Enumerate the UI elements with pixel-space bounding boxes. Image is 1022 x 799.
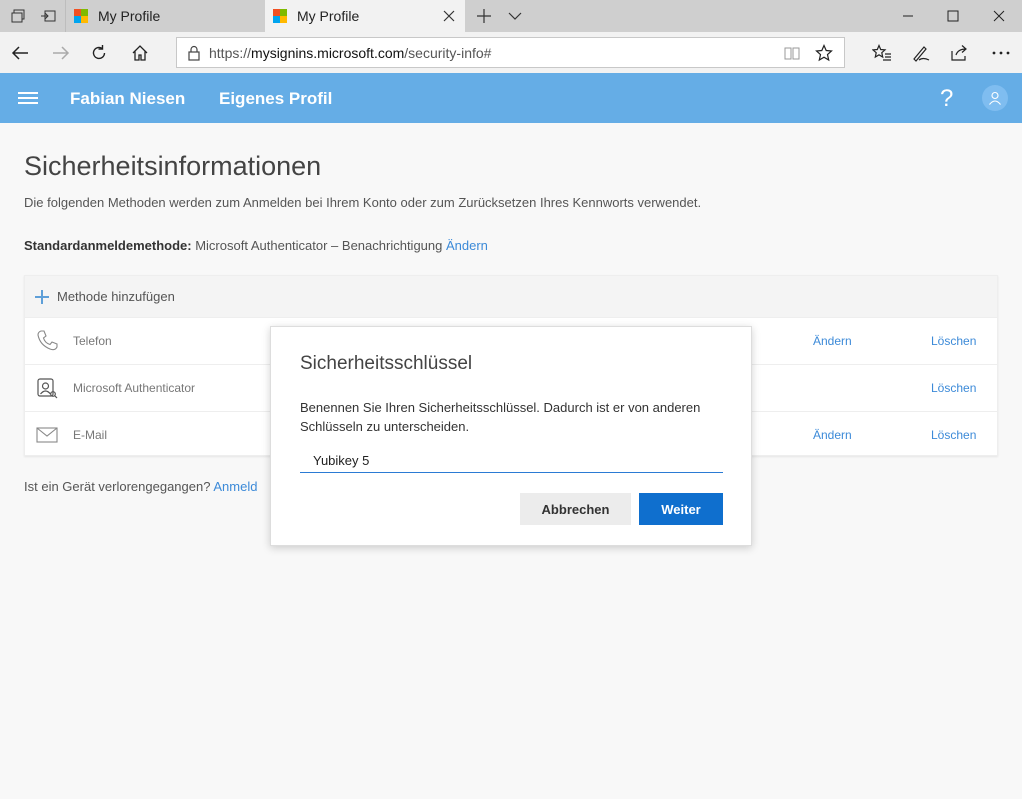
- add-method-button[interactable]: Methode hinzufügen: [25, 276, 997, 317]
- mail-icon: [36, 427, 58, 443]
- default-method-value: Microsoft Authenticator – Benachrichtigu…: [195, 238, 443, 253]
- plus-icon: [35, 289, 49, 304]
- default-method: Standardanmeldemethode: Microsoft Authen…: [24, 238, 488, 253]
- profile-link[interactable]: Eigenes Profil: [219, 89, 332, 109]
- favorites-list-icon[interactable]: [869, 40, 895, 66]
- cancel-button[interactable]: Abbrechen: [520, 493, 631, 525]
- user-name-link[interactable]: Fabian Niesen: [70, 89, 185, 109]
- reading-view-icon[interactable]: [784, 46, 800, 60]
- method-change-link[interactable]: Ändern: [813, 334, 852, 348]
- chevron-down-icon[interactable]: [503, 4, 527, 28]
- authenticator-icon: [37, 378, 58, 399]
- microsoft-logo-icon: [273, 9, 287, 23]
- tab-actions-icon[interactable]: [6, 4, 30, 28]
- method-delete-link[interactable]: Löschen: [931, 334, 976, 348]
- default-method-label: Standardanmeldemethode:: [24, 238, 192, 253]
- page-description: Die folgenden Methoden werden zum Anmeld…: [24, 195, 702, 210]
- method-delete-link[interactable]: Löschen: [931, 428, 976, 442]
- set-aside-tabs-icon[interactable]: [36, 4, 60, 28]
- help-icon[interactable]: ?: [940, 85, 953, 113]
- url-text: https://mysignins.microsoft.com/security…: [209, 44, 492, 61]
- pen-icon[interactable]: [908, 40, 934, 66]
- method-name: Telefon: [73, 334, 112, 348]
- security-key-dialog: Sicherheitsschlüssel Benennen Sie Ihren …: [270, 326, 752, 546]
- back-arrow-icon[interactable]: [7, 40, 33, 66]
- user-icon: [989, 91, 1001, 105]
- lost-device-label: Ist ein Gerät verlorengegangen?: [24, 479, 211, 494]
- more-icon[interactable]: [988, 40, 1014, 66]
- avatar[interactable]: [982, 85, 1008, 111]
- refresh-icon[interactable]: [86, 40, 112, 66]
- tab-strip: My Profile My Profile: [0, 0, 1022, 32]
- page-title: Sicherheitsinformationen: [24, 151, 322, 181]
- dialog-title: Sicherheitsschlüssel: [300, 353, 473, 374]
- tab-active[interactable]: My Profile: [265, 0, 465, 32]
- tab-title: My Profile: [297, 8, 360, 24]
- add-method-label: Methode hinzufügen: [57, 289, 175, 304]
- minimize-icon[interactable]: [885, 0, 931, 32]
- browser-toolbar: https://mysignins.microsoft.com/security…: [0, 32, 1022, 73]
- default-method-change-link[interactable]: Ändern: [446, 238, 488, 253]
- method-name: Microsoft Authenticator: [73, 381, 196, 395]
- dialog-description: Benennen Sie Ihren Sicherheitsschlüssel.…: [300, 400, 701, 434]
- lost-device-link[interactable]: Anmeld: [213, 479, 257, 494]
- security-key-name-input[interactable]: [300, 448, 723, 473]
- microsoft-logo-icon: [74, 9, 88, 23]
- app-header: Fabian Niesen Eigenes Profil ?: [0, 73, 1022, 123]
- share-icon[interactable]: [947, 40, 973, 66]
- next-button[interactable]: Weiter: [639, 493, 723, 525]
- tab-title: My Profile: [98, 8, 161, 24]
- method-change-link[interactable]: Ändern: [813, 428, 852, 442]
- home-icon[interactable]: [127, 40, 153, 66]
- new-tab-icon[interactable]: [472, 4, 496, 28]
- lock-icon: [188, 45, 200, 61]
- close-tab-icon[interactable]: [441, 8, 457, 24]
- close-window-icon[interactable]: [976, 0, 1022, 32]
- method-delete-link[interactable]: Löschen: [931, 381, 976, 395]
- menu-icon[interactable]: [18, 92, 38, 104]
- address-bar[interactable]: https://mysignins.microsoft.com/security…: [176, 37, 845, 68]
- lost-device-text: Ist ein Gerät verlorengegangen? Anmeld: [24, 479, 257, 494]
- forward-arrow-icon[interactable]: [48, 40, 74, 66]
- phone-icon: [37, 330, 58, 351]
- favorite-star-icon[interactable]: [815, 44, 833, 62]
- maximize-icon[interactable]: [930, 0, 976, 32]
- tab-inactive[interactable]: My Profile: [65, 0, 264, 32]
- method-name: E-Mail: [73, 428, 108, 442]
